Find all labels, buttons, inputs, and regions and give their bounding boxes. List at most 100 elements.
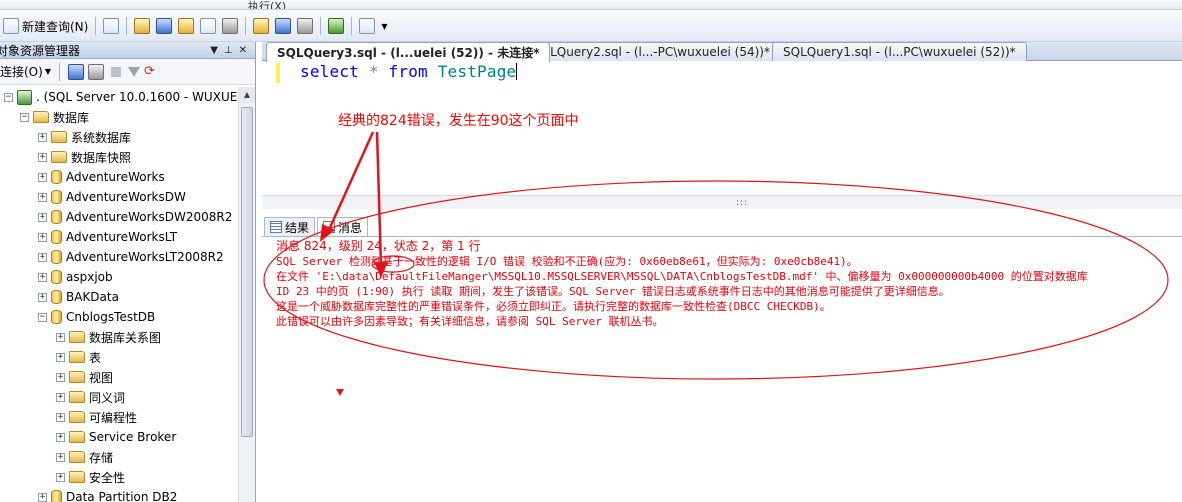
xmla-query-icon [200,18,217,34]
save-button[interactable] [272,15,294,37]
tree-item[interactable]: + Data Partition DB2 [38,487,177,502]
expand-icon[interactable]: + [56,452,65,462]
tree-item[interactable]: + 表 [56,347,101,367]
collapse-icon[interactable]: − [4,92,13,102]
disconnect-icon[interactable] [87,63,104,80]
query-editor[interactable]: select * from TestPage [262,61,1182,203]
close-icon[interactable]: ✕ [239,45,247,56]
xmla-query-button[interactable] [197,15,219,37]
tab-sqlquery-2[interactable]: SQLQuery2.sql - (l...-PC\wuxuelei (54))* [522,42,781,61]
tree-item[interactable]: + AdventureWorks [38,167,165,187]
database-engine-query-button[interactable] [131,15,153,37]
tree-item[interactable]: + 系统数据库 [38,127,131,147]
tab-results[interactable]: 结果 [264,217,316,236]
tree-item-label: AdventureWorksLT2008R2 [66,250,224,264]
expand-icon[interactable]: + [38,192,47,202]
dmx-query-button[interactable] [175,15,197,37]
expand-icon[interactable]: + [56,472,65,482]
expand-icon[interactable]: + [56,392,65,402]
folder-icon [69,451,85,463]
tree-item[interactable]: + 数据库快照 [38,147,131,167]
tree-item[interactable]: + BAKData [38,287,119,307]
tree-item[interactable]: + AdventureWorksDW [38,187,186,207]
expand-icon[interactable]: + [56,412,65,422]
editor-splitter[interactable]: ::: [262,195,1182,209]
scrollbar-thumb[interactable] [241,107,253,437]
tree-item[interactable]: + aspxjob [38,267,113,287]
tree-item[interactable]: + 存储 [56,447,113,467]
tree-item-label: Data Partition DB2 [66,490,178,502]
connect-icon[interactable] [67,63,84,80]
tree-item[interactable]: + 数据库关系图 [56,327,161,347]
open-file-button[interactable] [250,15,272,37]
tree-item[interactable]: − CnblogsTestDB [38,307,155,327]
folder-icon [69,391,85,403]
tree-item[interactable]: + Service Broker [56,427,176,447]
message-line: 此错误可以由许多因素导致；有关详细信息，请参阅 SQL Server 联机丛书。 [276,315,664,328]
tree-item-label: 同义词 [89,390,126,405]
tree-item[interactable]: + AdventureWorksDW2008R2 [38,207,232,227]
stop-icon[interactable] [110,66,121,77]
sql-text[interactable]: select * from TestPage [300,62,518,81]
dropdown-arrow-icon[interactable]: ▼ [210,45,218,56]
object-explorer-toolbar: 连接(O) ▼ ⟳ [0,59,255,85]
tab-sqlquery-3[interactable]: SQLQuery3.sql - (l...uelei (52)) - 未连接* [266,42,551,62]
tree-item[interactable]: + AdventureWorksLT2008R2 [38,247,224,267]
expand-icon[interactable]: + [56,332,65,342]
registered-servers-button[interactable] [356,15,378,37]
collapse-icon[interactable]: − [38,312,47,322]
folder-icon [69,351,85,363]
tree-item[interactable]: − 数据库 [20,107,89,127]
expand-icon[interactable]: + [56,372,65,382]
toolbar-overflow-button[interactable]: ▼ [378,15,390,37]
expand-icon[interactable]: + [38,272,47,282]
new-file-button[interactable] [100,15,122,37]
expand-icon[interactable]: + [38,152,47,162]
expand-icon[interactable]: + [56,352,65,362]
dmx-query-icon [178,18,195,34]
tree-item[interactable]: + 视图 [56,367,113,387]
expand-icon[interactable]: + [38,252,47,262]
tree-item-label: 数据库关系图 [89,330,162,345]
compact-query-button[interactable] [219,15,241,37]
expand-icon[interactable]: + [38,172,47,182]
messages-pane[interactable]: 消息 824，级别 24，状态 2，第 1 行 SQL Server 检测到基于… [262,236,1182,502]
toolbar-separator [58,62,60,81]
refresh-icon[interactable]: ⟳ [144,64,155,79]
tree-item-label: Service Broker [89,430,177,444]
new-query-label: 新建查询(N) [22,19,89,34]
tree-item[interactable]: + AdventureWorksLT [38,227,177,247]
connect-dropdown[interactable]: 连接(O) ▼ [0,63,51,80]
analysis-query-button[interactable] [153,15,175,37]
grid-icon [270,221,282,233]
execute-button[interactable]: 执行(X) [248,0,286,9]
tree-item[interactable]: + 可编程性 [56,407,137,427]
tree-item[interactable]: − . (SQL Server 10.0.1600 - WUXUELEI [4,87,238,107]
expand-icon[interactable]: + [38,132,47,142]
expand-icon[interactable]: + [38,292,47,302]
activity-monitor-button[interactable] [325,15,347,37]
expand-icon[interactable]: + [56,432,65,442]
tab-sqlquery-1[interactable]: SQLQuery1.sql - (l...PC\wuxuelei (52))* [772,42,1027,61]
database-icon [51,250,62,264]
tree-item[interactable]: + 安全性 [56,467,125,487]
tab-messages[interactable]: 消息 [317,217,369,236]
database-engine-query-icon [134,18,151,34]
tree-item-label: BAKData [66,290,119,304]
tree-item-label: CnblogsTestDB [66,310,156,324]
filter-icon[interactable] [127,66,140,77]
expand-icon[interactable]: + [38,232,47,242]
print-button[interactable] [294,15,316,37]
tree-item[interactable]: + 同义词 [56,387,125,407]
object-explorer-scrollbar[interactable]: ▲ [238,87,255,502]
new-query-button[interactable]: 新建查询(N) [0,15,91,37]
message-line: 这是一个威胁数据库完整性的严重错误条件，必须立即纠正。请执行完整的数据库一致性检… [276,300,831,313]
collapse-icon[interactable]: − [20,112,29,122]
scroll-up-arrow-icon[interactable]: ▲ [239,87,255,103]
tree-item-label: 视图 [89,370,114,385]
pin-icon[interactable]: ⊥ [224,45,233,56]
annotation-text: 经典的824错误，发生在90这个页面中 [338,113,579,129]
expand-icon[interactable]: + [38,212,47,222]
expand-icon[interactable]: + [38,492,47,502]
compact-query-icon [222,18,239,34]
